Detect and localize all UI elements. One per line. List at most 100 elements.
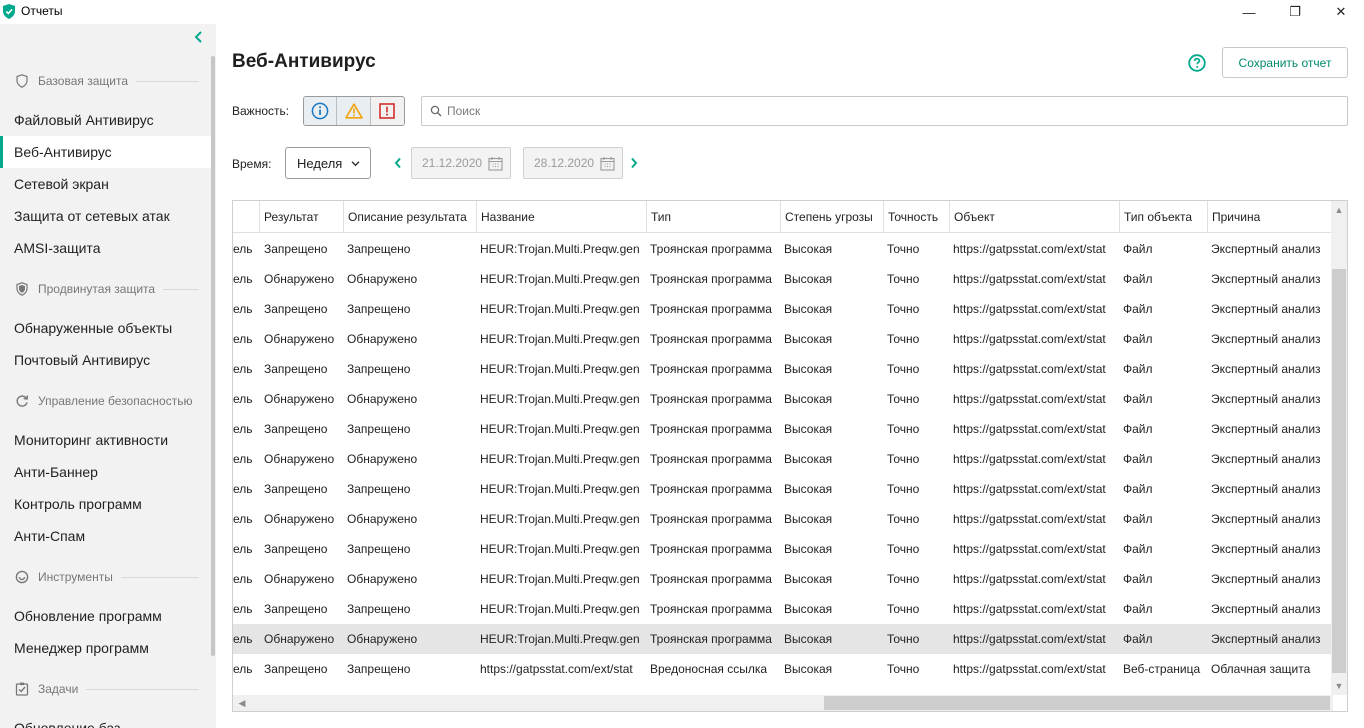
table-row[interactable]: ель Обнаружено Обнаружено HEUR:Trojan.Multi…: [233, 384, 1333, 414]
table-cell: Экспертный анализ: [1211, 362, 1321, 376]
column-header[interactable]: Причина: [1207, 201, 1327, 233]
vertical-scrollbar[interactable]: ▲ ▼: [1331, 201, 1347, 695]
horizontal-scrollbar[interactable]: ◀: [233, 695, 1333, 711]
table-cell: Запрещено: [264, 662, 328, 676]
table-cell: HEUR:Trojan.Multi.Preqw.gen: [480, 242, 640, 256]
sidebar-item-mail-antivirus[interactable]: Почтовый Антивирус: [0, 344, 211, 376]
scroll-up-icon[interactable]: ▲: [1332, 203, 1346, 217]
sidebar-item-database-update[interactable]: Обновление баз: [0, 712, 211, 728]
severity-warning-toggle[interactable]: [337, 97, 371, 125]
table-cell: ель: [233, 602, 253, 616]
maximize-button[interactable]: ❐: [1272, 0, 1318, 24]
table-row[interactable]: ель Запрещено Запрещено HEUR:Trojan.Multi.P…: [233, 594, 1333, 624]
table-cell: ель: [233, 302, 253, 316]
table-cell: Файл: [1123, 572, 1153, 586]
sidebar-item-anti-banner[interactable]: Анти-Баннер: [0, 456, 211, 488]
sidebar-item-program-update[interactable]: Обновление программ: [0, 600, 211, 632]
column-header[interactable]: Описание результата: [343, 201, 476, 233]
table-row[interactable]: ель Обнаружено Обнаружено HEUR:Trojan.Multi…: [233, 324, 1333, 354]
table-cell: Точно: [887, 452, 920, 466]
scroll-left-icon[interactable]: ◀: [235, 696, 249, 710]
column-header[interactable]: Точность: [883, 201, 949, 233]
table-cell: Обнаружено: [264, 512, 335, 526]
table-cell: Запрещено: [347, 242, 411, 256]
table-cell: Троянская программа: [650, 452, 772, 466]
search-input[interactable]: [447, 104, 1327, 118]
sidebar-item-detected-objects[interactable]: Обнаруженные объекты: [0, 312, 211, 344]
table-cell: Экспертный анализ: [1211, 572, 1321, 586]
column-header[interactable]: Название: [476, 201, 646, 233]
table-cell: Экспертный анализ: [1211, 482, 1321, 496]
table-cell: Запрещено: [347, 602, 411, 616]
sidebar-item-app-control[interactable]: Контроль программ: [0, 488, 211, 520]
sidebar-item-activity-monitor[interactable]: Мониторинг активности: [0, 424, 211, 456]
scroll-down-icon[interactable]: ▼: [1332, 679, 1346, 693]
table-row[interactable]: ель Запрещено Запрещено HEUR:Trojan.Multi.P…: [233, 474, 1333, 504]
sidebar-item-web-antivirus[interactable]: Веб-Антивирус: [0, 136, 211, 168]
table-cell: Обнаружено: [264, 632, 335, 646]
sidebar-scrollbar[interactable]: [211, 56, 215, 656]
table-row[interactable]: ель Обнаружено Обнаружено HEUR:Trojan.Multi…: [233, 624, 1333, 654]
period-select[interactable]: Неделя: [285, 147, 371, 179]
table-cell: Веб-страница: [1123, 662, 1201, 676]
sidebar-item-amsi[interactable]: AMSI-защита: [0, 232, 211, 264]
table-cell: HEUR:Trojan.Multi.Preqw.gen: [480, 302, 640, 316]
sidebar-item-file-antivirus[interactable]: Файловый Антивирус: [0, 104, 211, 136]
table-row[interactable]: ель Обнаружено Обнаружено HEUR:Trojan.Multi…: [233, 504, 1333, 534]
window-title: Отчеты: [21, 4, 63, 18]
close-button[interactable]: ✕: [1318, 0, 1364, 24]
table-cell: Точно: [887, 392, 920, 406]
table-row[interactable]: ель Запрещено Запрещено HEUR:Trojan.Multi.P…: [233, 354, 1333, 384]
table-cell: HEUR:Trojan.Multi.Preqw.gen: [480, 632, 640, 646]
vertical-scroll-thumb[interactable]: [1332, 269, 1346, 673]
severity-info-toggle[interactable]: [304, 97, 338, 125]
table-cell: Троянская программа: [650, 392, 772, 406]
table-cell: Запрещено: [347, 302, 411, 316]
table-cell: Высокая: [784, 512, 833, 526]
table-cell: Высокая: [784, 332, 833, 346]
column-header[interactable]: Тип: [646, 201, 780, 233]
help-icon[interactable]: [1188, 54, 1206, 72]
column-header[interactable]: Тип объекта: [1119, 201, 1207, 233]
table-cell: Троянская программа: [650, 572, 772, 586]
table-row[interactable]: ель Запрещено Запрещено HEUR:Trojan.Multi.P…: [233, 294, 1333, 324]
table-cell: Высокая: [784, 632, 833, 646]
table-row[interactable]: ель Запрещено Запрещено HEUR:Trojan.Multi.P…: [233, 414, 1333, 444]
sidebar-item-firewall[interactable]: Сетевой экран: [0, 168, 211, 200]
sidebar-item-network-attack[interactable]: Защита от сетевых атак: [0, 200, 211, 232]
table-cell: https://gatpsstat.com/ext/stat: [953, 362, 1106, 376]
table-cell: Точно: [887, 512, 920, 526]
column-header[interactable]: Объект: [949, 201, 1119, 233]
save-report-button[interactable]: Сохранить отчет: [1222, 47, 1348, 78]
table-row[interactable]: ель Обнаружено Обнаружено HEUR:Trojan.Multi…: [233, 564, 1333, 594]
table-cell: Экспертный анализ: [1211, 602, 1321, 616]
page-title: Веб-Антивирус: [232, 51, 376, 72]
table-row[interactable]: ель Обнаружено Обнаружено HEUR:Trojan.Multi…: [233, 444, 1333, 474]
table-cell: Точно: [887, 482, 920, 496]
collapse-sidebar-icon[interactable]: [194, 30, 210, 46]
previous-period-button[interactable]: [392, 154, 404, 172]
table-cell: Высокая: [784, 362, 833, 376]
table-cell: Высокая: [784, 602, 833, 616]
table-cell: Файл: [1123, 422, 1153, 436]
table-cell: https://gatpsstat.com/ext/stat: [953, 422, 1106, 436]
table-cell: https://gatpsstat.com/ext/stat: [953, 512, 1106, 526]
severity-critical-toggle[interactable]: [370, 97, 404, 125]
table-header: Результат Описание результата Название Тип С…: [233, 201, 1333, 233]
table-cell: Троянская программа: [650, 302, 772, 316]
horizontal-scroll-thumb[interactable]: [824, 696, 1330, 710]
table-row[interactable]: ель Обнаружено Обнаружено HEUR:Trojan.Multi…: [233, 264, 1333, 294]
sidebar-item-program-manager[interactable]: Менеджер программ: [0, 632, 211, 664]
table-row[interactable]: ель Запрещено Запрещено https://gatpsstat.c…: [233, 654, 1333, 684]
table-cell: Троянская программа: [650, 422, 772, 436]
next-period-button[interactable]: [628, 154, 640, 172]
minimize-button[interactable]: —: [1226, 0, 1272, 24]
column-header[interactable]: Результат: [259, 201, 343, 233]
table-row[interactable]: ель Запрещено Запрещено HEUR:Trojan.Multi.P…: [233, 534, 1333, 564]
table-row[interactable]: ель Запрещено Запрещено HEUR:Trojan.Multi.P…: [233, 234, 1333, 264]
sidebar-item-anti-spam[interactable]: Анти-Спам: [0, 520, 211, 552]
table-cell: Облачная защита: [1211, 662, 1311, 676]
column-header[interactable]: Степень угрозы: [780, 201, 883, 233]
table-cell: Запрещено: [264, 242, 328, 256]
table-cell: Экспертный анализ: [1211, 512, 1321, 526]
